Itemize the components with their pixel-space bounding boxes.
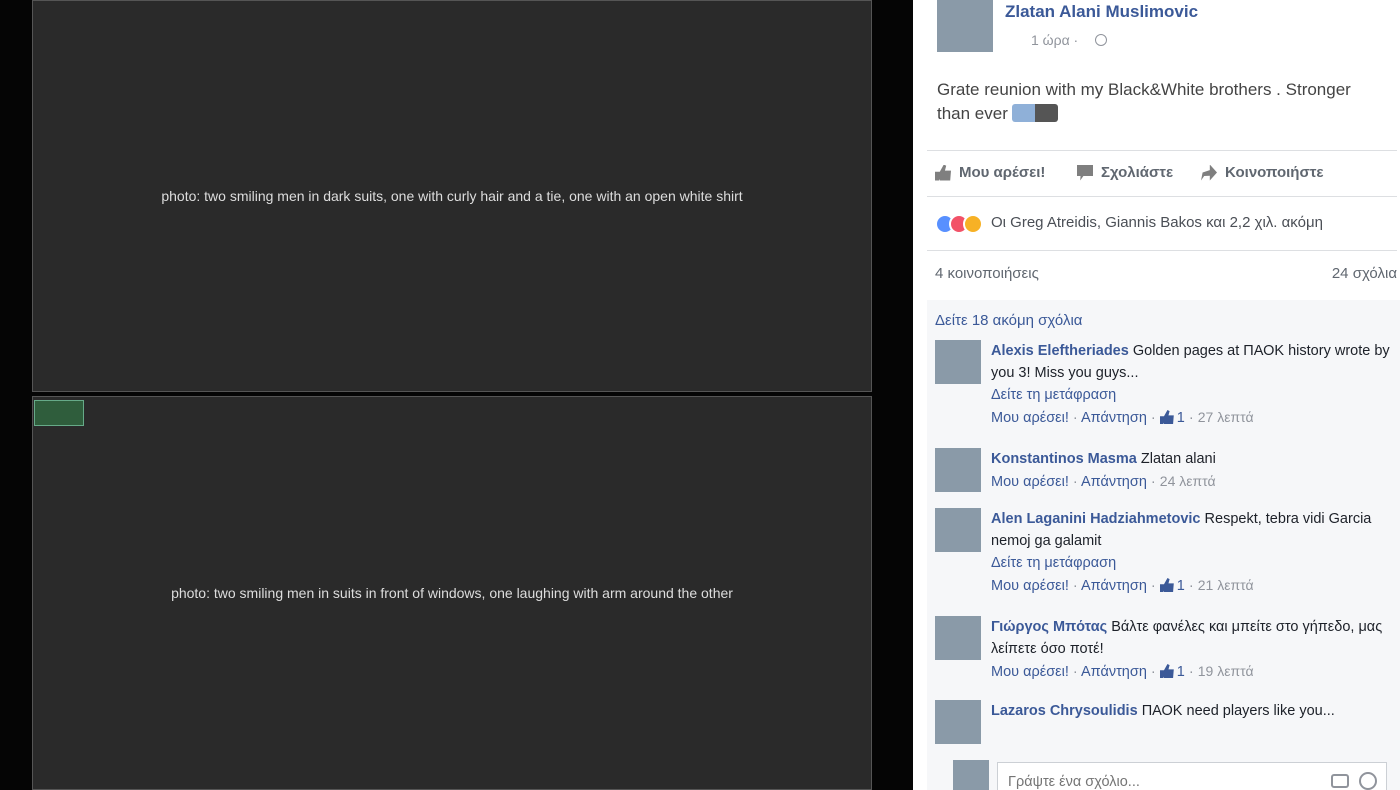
comment-body: Lazaros Chrysoulidis ΠΑΟΚ need players l… bbox=[991, 700, 1391, 722]
comment-label: Σχολιάστε bbox=[1101, 164, 1174, 181]
commenter-name[interactable]: Lazaros Chrysoulidis bbox=[991, 703, 1138, 719]
post-message: Grate reunion with my Black&White brothe… bbox=[937, 80, 1351, 123]
post-text: Grate reunion with my Black&White brothe… bbox=[937, 78, 1377, 126]
commenter-avatar[interactable] bbox=[935, 508, 981, 552]
flexed-biceps-flag-emoji-icon bbox=[1011, 104, 1058, 122]
commenter-name[interactable]: Konstantinos Masma bbox=[991, 451, 1137, 467]
comment-icon bbox=[1077, 164, 1093, 181]
camera-icon[interactable] bbox=[1331, 774, 1349, 788]
commenter-avatar[interactable] bbox=[935, 340, 981, 384]
divider bbox=[927, 250, 1397, 251]
commenter-avatar[interactable] bbox=[935, 616, 981, 660]
comment-body: Γιώργος Μπότας Βάλτε φανέλες και μπείτε … bbox=[991, 616, 1391, 683]
comment-meta: Μου αρέσει! · Απάντηση · 24 λεπτά bbox=[991, 473, 1216, 490]
commenter-name[interactable]: Γιώργος Μπότας bbox=[991, 619, 1107, 635]
comment-likes[interactable]: 1 bbox=[1159, 664, 1185, 680]
commenter-name[interactable]: Alen Laganini Hadziahmetovic bbox=[991, 511, 1201, 527]
reactions-text[interactable]: Οι Greg Atreidis, Giannis Bakos και 2,2 … bbox=[991, 214, 1323, 231]
see-translation-link[interactable]: Δείτε τη μετάφραση bbox=[991, 384, 1391, 406]
comment-likes-count: 1 bbox=[1176, 410, 1185, 426]
comment-likes[interactable]: 1 bbox=[1159, 578, 1185, 594]
comment-reply-link[interactable]: Απάντηση bbox=[1081, 578, 1147, 594]
comment-meta: Μου αρέσει! · Απάντηση · 1 · 19 λεπτά bbox=[991, 663, 1254, 680]
see-translation-link[interactable]: Δείτε τη μετάφραση bbox=[991, 552, 1391, 574]
comment-text: ΠΑΟΚ need players like you... bbox=[1141, 703, 1335, 719]
comment-reply-link[interactable]: Απάντηση bbox=[1081, 664, 1147, 680]
divider bbox=[927, 196, 1397, 197]
comment-time[interactable]: 21 λεπτά bbox=[1198, 577, 1254, 593]
comment-meta: Μου αρέσει! · Απάντηση · 1 · 27 λεπτά bbox=[991, 409, 1254, 426]
share-button[interactable]: Κοινοποιήστε bbox=[1201, 164, 1324, 181]
comment-reply-link[interactable]: Απάντηση bbox=[1081, 410, 1147, 426]
comment-likes[interactable]: 1 bbox=[1159, 410, 1185, 426]
sticker-icon[interactable] bbox=[1359, 772, 1377, 790]
photo-bottom[interactable]: photo: two smiling men in suits in front… bbox=[32, 396, 872, 790]
thumbs-up-icon bbox=[1159, 664, 1174, 678]
thumbs-up-icon bbox=[1159, 578, 1174, 592]
shares-count[interactable]: 4 κοινοποιήσεις bbox=[935, 265, 1039, 282]
commenter-avatar[interactable] bbox=[935, 700, 981, 744]
wow-reaction-icon bbox=[963, 214, 983, 234]
post-actions: Μου αρέσει! Σχολιάστε Κοινοποιήστε bbox=[935, 160, 1395, 186]
comment-body: Alen Laganini Hadziahmetovic Respekt, te… bbox=[991, 508, 1391, 597]
comment-like-link[interactable]: Μου αρέσει! bbox=[991, 474, 1069, 490]
post-header: Zlatan Alani Muslimovic 1 ώρα · bbox=[937, 0, 1397, 54]
thumbs-up-icon bbox=[1159, 410, 1174, 424]
write-comment-row bbox=[927, 760, 1400, 790]
comment-body: Alexis Eleftheriades Golden pages at ΠΑΟ… bbox=[991, 340, 1391, 429]
photo-corner-badge bbox=[34, 400, 84, 426]
view-more-comments-link[interactable]: Δείτε 18 ακόμη σχόλια bbox=[935, 312, 1082, 329]
comment-time[interactable]: 19 λεπτά bbox=[1198, 663, 1254, 679]
comment-meta: Μου αρέσει! · Απάντηση · 1 · 21 λεπτά bbox=[991, 577, 1254, 594]
comment-input[interactable] bbox=[997, 762, 1387, 790]
share-icon bbox=[1201, 164, 1217, 181]
post-time[interactable]: 1 ώρα · bbox=[1031, 32, 1078, 48]
comment-like-link[interactable]: Μου αρέσει! bbox=[991, 578, 1069, 594]
post-panel: Zlatan Alani Muslimovic 1 ώρα · Grate re… bbox=[913, 0, 1400, 790]
commenter-name[interactable]: Alexis Eleftheriades bbox=[991, 343, 1129, 359]
photo-bottom-label: photo: two smiling men in suits in front… bbox=[171, 585, 733, 601]
commenter-avatar[interactable] bbox=[935, 448, 981, 492]
author-avatar[interactable] bbox=[937, 0, 993, 52]
comment-time[interactable]: 27 λεπτά bbox=[1198, 409, 1254, 425]
comment-likes-count: 1 bbox=[1176, 578, 1185, 594]
like-button[interactable]: Μου αρέσει! bbox=[935, 164, 1045, 181]
thumbs-up-icon bbox=[935, 164, 951, 181]
photo-top-label: photo: two smiling men in dark suits, on… bbox=[161, 188, 743, 204]
comment-reply-link[interactable]: Απάντηση bbox=[1081, 474, 1147, 490]
comment-like-link[interactable]: Μου αρέσει! bbox=[991, 410, 1069, 426]
photo-top[interactable]: photo: two smiling men in dark suits, on… bbox=[32, 0, 872, 392]
comments-count[interactable]: 24 σχόλια bbox=[1332, 265, 1397, 282]
comment-button[interactable]: Σχολιάστε bbox=[1077, 164, 1173, 181]
globe-icon bbox=[1095, 34, 1107, 46]
comment-time[interactable]: 24 λεπτά bbox=[1160, 473, 1216, 489]
comment-body: Konstantinos Masma Zlatan alani Μου αρέσ… bbox=[991, 448, 1391, 493]
divider bbox=[927, 150, 1397, 151]
share-label: Κοινοποιήστε bbox=[1225, 164, 1324, 181]
author-name[interactable]: Zlatan Alani Muslimovic bbox=[1005, 2, 1198, 22]
comment-text: Zlatan alani bbox=[1140, 451, 1216, 467]
current-user-avatar bbox=[953, 760, 989, 790]
comment-likes-count: 1 bbox=[1176, 664, 1185, 680]
reactions-row[interactable]: Οι Greg Atreidis, Giannis Bakos και 2,2 … bbox=[935, 212, 1395, 236]
comment-like-link[interactable]: Μου αρέσει! bbox=[991, 664, 1069, 680]
like-label: Μου αρέσει! bbox=[959, 164, 1046, 181]
photo-area: photo: two smiling men in dark suits, on… bbox=[0, 0, 913, 790]
comments-area: Δείτε 18 ακόμη σχόλια Alexis Eleftheriad… bbox=[927, 300, 1400, 790]
